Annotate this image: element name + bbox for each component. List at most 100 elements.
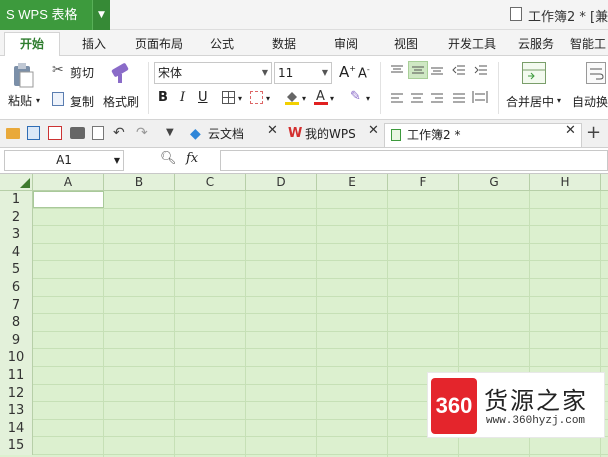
tab-developer[interactable]: 开发工具 — [442, 34, 502, 56]
increase-indent-icon[interactable] — [474, 64, 488, 76]
svg-text:A: A — [316, 89, 325, 104]
column-header[interactable]: B — [104, 174, 175, 191]
chevron-down-icon[interactable]: ▾ — [366, 94, 370, 103]
underline-icon[interactable]: U — [198, 90, 208, 105]
decrease-font-icon[interactable]: A- — [358, 65, 370, 81]
font-name-select[interactable]: 宋体 ▼ — [154, 62, 272, 84]
font-color-icon[interactable]: A — [314, 88, 328, 106]
merge-center-button[interactable]: 合并居中 — [506, 93, 554, 110]
app-menu-button[interactable]: S WPS 表格 — [0, 0, 92, 30]
align-right-icon[interactable] — [430, 92, 444, 104]
chevron-down-icon[interactable]: ▾ — [266, 94, 270, 103]
align-left-icon[interactable] — [390, 92, 404, 104]
font-size-value: 11 — [278, 66, 294, 80]
wrap-text-button[interactable]: 自动换 — [572, 93, 608, 110]
fill-color-icon[interactable] — [284, 89, 300, 105]
tab-view[interactable]: 视图 — [384, 34, 428, 56]
watermark-name: 货源之家 — [484, 387, 588, 415]
row-header[interactable]: 9 — [0, 331, 33, 350]
column-header[interactable]: G — [459, 174, 530, 191]
tab-data[interactable]: 数据 — [262, 34, 306, 56]
italic-icon[interactable]: I — [180, 90, 185, 105]
tab-review[interactable]: 审阅 — [324, 34, 368, 56]
wrap-text-icon[interactable] — [586, 62, 606, 84]
format-painter-button[interactable]: 格式刷 — [103, 93, 139, 110]
bold-icon[interactable]: B — [158, 90, 168, 105]
quick-access-menu-icon[interactable]: ▼ — [166, 127, 174, 138]
print-preview-icon[interactable] — [92, 126, 104, 140]
row-header[interactable]: 7 — [0, 296, 33, 315]
close-icon[interactable]: ✕ — [565, 123, 576, 138]
align-bottom-icon[interactable] — [430, 64, 444, 76]
tab-page-layout[interactable]: 页面布局 — [128, 34, 190, 56]
align-middle-icon[interactable] — [408, 61, 428, 79]
increase-font-icon[interactable]: A+ — [339, 63, 356, 81]
row-header[interactable]: 2 — [0, 208, 33, 227]
tab-home[interactable]: 开始 — [4, 32, 60, 57]
row-gridline — [33, 454, 608, 455]
row-header[interactable]: 5 — [0, 261, 33, 279]
formula-input[interactable] — [220, 150, 608, 171]
scissors-icon[interactable]: ✂ — [52, 62, 64, 78]
row-header[interactable]: 14 — [0, 419, 33, 438]
chevron-down-icon[interactable]: ▾ — [302, 94, 306, 103]
cut-button[interactable]: 剪切 — [70, 64, 94, 81]
copy-icon[interactable] — [52, 92, 64, 106]
justify-icon[interactable] — [452, 92, 466, 104]
align-top-icon[interactable] — [390, 64, 404, 76]
tab-workbook[interactable]: 工作簿2 * — [384, 123, 582, 147]
merge-center-icon[interactable] — [522, 62, 546, 84]
row-header[interactable]: 3 — [0, 226, 33, 244]
tab-insert[interactable]: 插入 — [72, 34, 116, 56]
row-header[interactable]: 8 — [0, 314, 33, 332]
column-header[interactable]: D — [246, 174, 317, 191]
print-icon[interactable] — [70, 127, 85, 139]
tab-cloud-services[interactable]: 云服务 — [512, 34, 560, 56]
align-center-icon[interactable] — [410, 92, 424, 104]
column-header[interactable]: E — [317, 174, 388, 191]
font-size-select[interactable]: 11 ▼ — [274, 62, 332, 84]
row-header[interactable]: 15 — [0, 437, 33, 455]
border-icon[interactable] — [222, 91, 235, 104]
row-header[interactable]: 4 — [0, 243, 33, 262]
paste-button[interactable]: 粘贴 — [8, 92, 32, 109]
row-header[interactable]: 12 — [0, 384, 33, 403]
chevron-down-icon[interactable]: ▾ — [238, 94, 242, 103]
format-painter-icon[interactable] — [108, 62, 132, 84]
decrease-indent-icon[interactable] — [452, 64, 466, 76]
row-header[interactable]: 10 — [0, 349, 33, 367]
paste-icon[interactable] — [12, 62, 34, 88]
row-header[interactable]: 13 — [0, 402, 33, 420]
row-header[interactable]: 6 — [0, 279, 33, 297]
undo-icon[interactable]: ↶ — [113, 125, 125, 141]
row-header[interactable]: 11 — [0, 367, 33, 385]
new-tab-icon[interactable]: + — [586, 122, 601, 143]
clear-format-icon[interactable]: ✎ — [350, 89, 361, 104]
close-icon[interactable]: ✕ — [368, 123, 379, 138]
export-pdf-icon[interactable] — [48, 126, 62, 140]
tab-my-wps-label: 我的WPS — [305, 127, 356, 141]
column-header[interactable]: A — [33, 174, 104, 191]
tab-formulas[interactable]: 公式 — [200, 34, 244, 56]
open-folder-icon[interactable] — [6, 128, 20, 139]
column-header[interactable]: F — [388, 174, 459, 191]
name-box[interactable]: A1 ▼ — [4, 150, 124, 171]
zoom-search-icon[interactable]: 🔍︎ — [160, 151, 177, 166]
distributed-align-icon[interactable] — [472, 90, 488, 104]
chevron-down-icon[interactable]: ▾ — [330, 94, 334, 103]
paste-dropdown-icon[interactable]: ▾ — [36, 96, 40, 105]
close-icon[interactable]: ✕ — [267, 123, 278, 138]
cell-style-icon[interactable] — [250, 91, 263, 104]
redo-icon[interactable]: ↷ — [136, 125, 148, 141]
chevron-down-icon[interactable]: ▾ — [557, 96, 561, 105]
copy-button[interactable]: 复制 — [70, 93, 94, 110]
active-cell-a1[interactable] — [33, 191, 104, 208]
fx-icon[interactable]: fx — [186, 151, 198, 166]
save-icon[interactable] — [27, 126, 40, 140]
select-all-corner[interactable] — [0, 174, 33, 191]
column-header[interactable]: H — [530, 174, 601, 191]
tab-smart-tools[interactable]: 智能工 — [570, 34, 608, 56]
app-menu-dropdown-icon[interactable]: ▼ — [92, 0, 110, 30]
row-header[interactable]: 1 — [0, 191, 33, 209]
column-header[interactable]: C — [175, 174, 246, 191]
